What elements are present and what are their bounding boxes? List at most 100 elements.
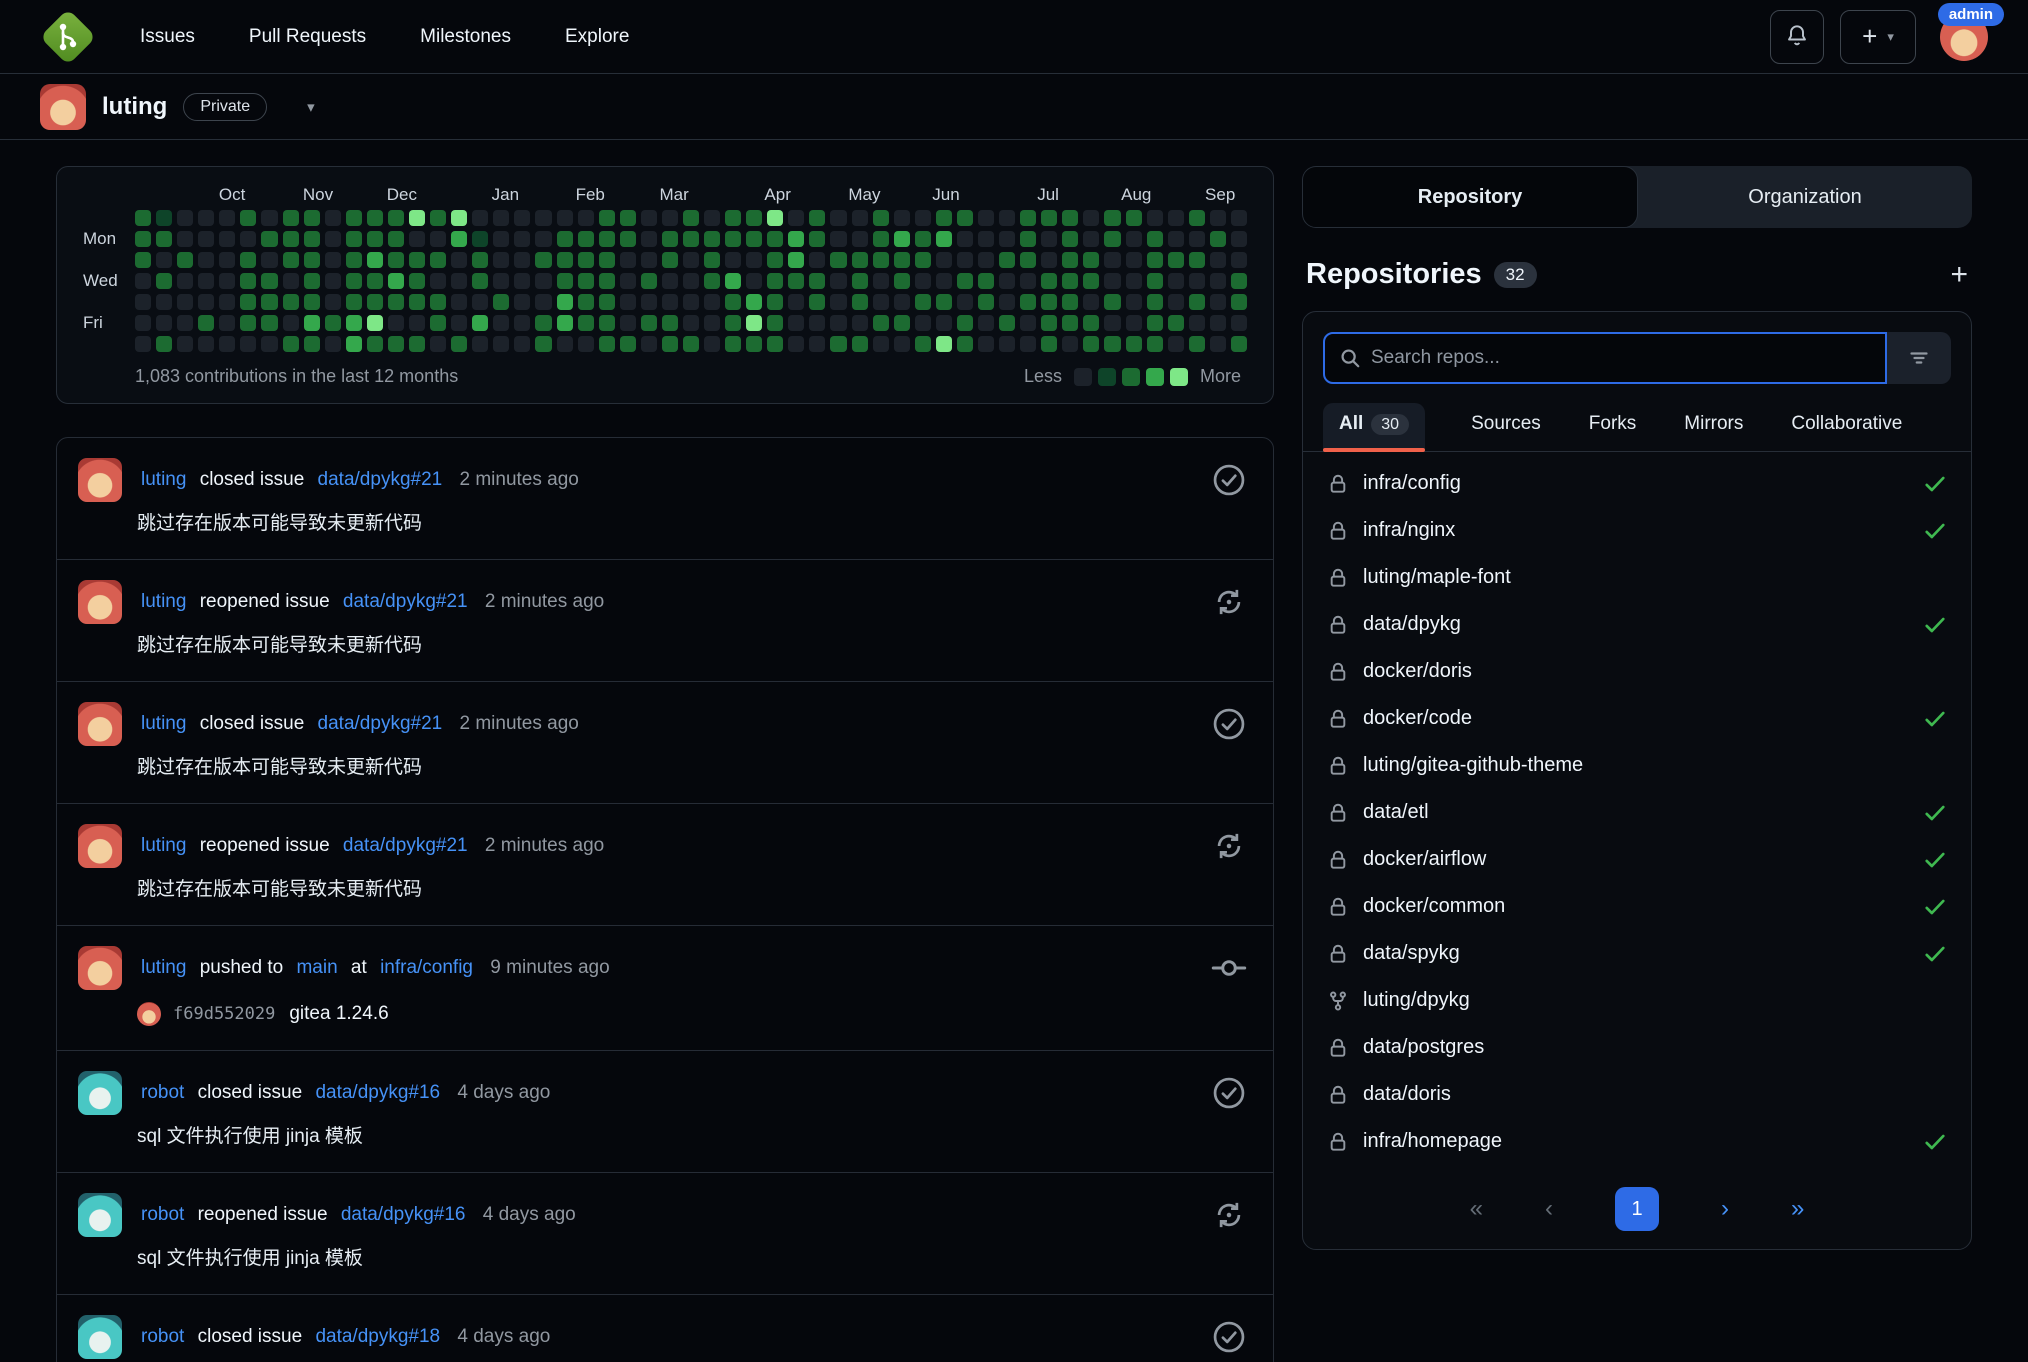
user-link[interactable]: luting xyxy=(141,469,186,490)
gitea-logo[interactable] xyxy=(39,8,97,65)
filter-tab-sources[interactable]: Sources xyxy=(1469,403,1543,451)
avatar[interactable] xyxy=(40,83,86,130)
username[interactable]: luting xyxy=(102,93,167,121)
heatmap-cell xyxy=(978,252,995,268)
user-menu[interactable]: admin xyxy=(1937,2,2004,61)
repo-link[interactable]: luting/maple-font xyxy=(1363,566,1511,589)
repo-link[interactable]: data/etl xyxy=(1363,801,1429,824)
heatmap-cell xyxy=(577,210,594,226)
commit-author-avatar[interactable] xyxy=(137,1002,161,1026)
repo-link[interactable]: data/dpykg xyxy=(1363,613,1461,636)
branch-link[interactable]: main xyxy=(296,957,337,978)
repo-link[interactable]: infra/nginx xyxy=(1363,519,1455,542)
pagination-last-icon[interactable]: » xyxy=(1791,1195,1804,1223)
filter-tab-forks[interactable]: Forks xyxy=(1587,403,1639,451)
repo-row[interactable]: luting/gitea-github-theme xyxy=(1303,742,1971,789)
user-avatar[interactable] xyxy=(78,458,122,502)
heatmap-cell xyxy=(408,273,426,289)
repo-link[interactable]: docker/doris xyxy=(1363,660,1472,683)
pagination-next-icon[interactable]: › xyxy=(1721,1195,1729,1223)
commit-hash[interactable]: f69d552029 xyxy=(173,1004,275,1024)
lock-icon xyxy=(1327,473,1349,495)
repo-link[interactable]: data/dpykg#16 xyxy=(341,1204,466,1225)
filter-tab-all[interactable]: All 30 xyxy=(1323,403,1426,452)
repo-link[interactable]: data/dpykg#21 xyxy=(343,835,468,856)
repo-link[interactable]: docker/airflow xyxy=(1363,848,1486,871)
user-avatar[interactable] xyxy=(78,1193,122,1237)
repo-row[interactable]: data/dpykg xyxy=(1303,601,1971,648)
commit-message: gitea 1.24.6 xyxy=(289,1003,389,1024)
notifications-button[interactable] xyxy=(1770,9,1824,64)
chevron-down-icon[interactable]: ▾ xyxy=(307,98,315,116)
filter-tab-collaborative[interactable]: Collaborative xyxy=(1789,403,1904,451)
switcher-tab-organization[interactable]: Organization xyxy=(1638,166,1972,228)
repo-row[interactable]: docker/code xyxy=(1303,695,1971,742)
user-link[interactable]: robot xyxy=(141,1082,184,1103)
heatmap-cell xyxy=(1167,273,1184,289)
user-avatar[interactable] xyxy=(78,580,122,624)
repo-link[interactable]: data/postgres xyxy=(1363,1036,1484,1059)
filter-tab-mirrors[interactable]: Mirrors xyxy=(1682,403,1745,451)
repo-row[interactable]: infra/config xyxy=(1303,460,1971,507)
repo-link[interactable]: infra/config xyxy=(380,957,473,978)
nav-link-pull-requests[interactable]: Pull Requests xyxy=(249,26,366,48)
repo-link[interactable]: data/dpykg#18 xyxy=(315,1326,440,1347)
pagination-first-icon[interactable]: « xyxy=(1470,1195,1483,1223)
heatmap-cell xyxy=(219,294,236,310)
user-avatar[interactable] xyxy=(78,946,122,990)
repo-row[interactable]: infra/nginx xyxy=(1303,507,1971,554)
repo-link[interactable]: data/dpykg#16 xyxy=(315,1082,440,1103)
pagination-prev-icon[interactable]: ‹ xyxy=(1545,1195,1553,1223)
repo-row[interactable]: luting/dpykg xyxy=(1303,977,1971,1024)
switcher-tab-repository[interactable]: Repository xyxy=(1302,166,1638,228)
heatmap-cell xyxy=(809,252,826,268)
user-link[interactable]: robot xyxy=(141,1326,184,1347)
repo-row[interactable]: data/doris xyxy=(1303,1071,1971,1118)
user-avatar[interactable] xyxy=(78,824,122,868)
repo-link[interactable]: luting/dpykg xyxy=(1363,989,1470,1012)
repo-row[interactable]: luting/maple-font xyxy=(1303,554,1971,601)
repo-row[interactable]: infra/homepage xyxy=(1303,1118,1971,1165)
user-link[interactable]: robot xyxy=(141,1204,184,1225)
repo-link[interactable]: docker/common xyxy=(1363,895,1505,918)
repo-row[interactable]: docker/doris xyxy=(1303,648,1971,695)
heatmap-cell xyxy=(387,210,404,226)
heatmap-cell xyxy=(767,231,784,247)
user-avatar[interactable] xyxy=(78,702,122,746)
heatmap-cell xyxy=(1020,336,1037,352)
user-link[interactable]: luting xyxy=(141,713,186,734)
check-icon xyxy=(1923,613,1947,637)
user-avatar[interactable] xyxy=(78,1315,122,1359)
repo-link[interactable]: data/dpykg#21 xyxy=(318,469,443,490)
issue-reopened-icon xyxy=(1211,824,1249,901)
repo-row[interactable]: data/spykg xyxy=(1303,930,1971,977)
pagination-current-page[interactable]: 1 xyxy=(1615,1187,1659,1231)
repo-link[interactable]: infra/homepage xyxy=(1363,1130,1502,1153)
repo-link[interactable]: data/spykg xyxy=(1363,942,1460,965)
repo-link[interactable]: luting/gitea-github-theme xyxy=(1363,754,1583,777)
repo-link[interactable]: infra/config xyxy=(1363,472,1461,495)
repo-row[interactable]: data/postgres xyxy=(1303,1024,1971,1071)
nav-link-milestones[interactable]: Milestones xyxy=(420,26,511,48)
repo-filter-button[interactable] xyxy=(1887,332,1951,384)
heatmap-cell xyxy=(872,315,889,331)
user-link[interactable]: luting xyxy=(141,957,186,978)
repo-row[interactable]: data/etl xyxy=(1303,789,1971,836)
heatmap-cell xyxy=(893,336,910,352)
repo-link[interactable]: data/dpykg#21 xyxy=(343,591,468,612)
nav-link-issues[interactable]: Issues xyxy=(140,26,195,48)
user-link[interactable]: luting xyxy=(141,835,186,856)
repo-link[interactable]: data/dpykg#21 xyxy=(318,713,443,734)
repo-row[interactable]: docker/airflow xyxy=(1303,836,1971,883)
user-link[interactable]: luting xyxy=(141,591,186,612)
add-repository-button[interactable]: + xyxy=(1950,259,1968,290)
user-avatar[interactable] xyxy=(78,1071,122,1115)
repo-search-input[interactable] xyxy=(1371,347,1871,369)
nav-link-explore[interactable]: Explore xyxy=(565,26,629,48)
create-new-button[interactable]: + ▾ xyxy=(1840,9,1916,64)
heatmap-cell xyxy=(598,231,615,247)
repo-link[interactable]: data/doris xyxy=(1363,1083,1451,1106)
repo-link[interactable]: docker/code xyxy=(1363,707,1472,730)
repo-row[interactable]: docker/common xyxy=(1303,883,1971,930)
lock-icon xyxy=(1327,802,1349,824)
